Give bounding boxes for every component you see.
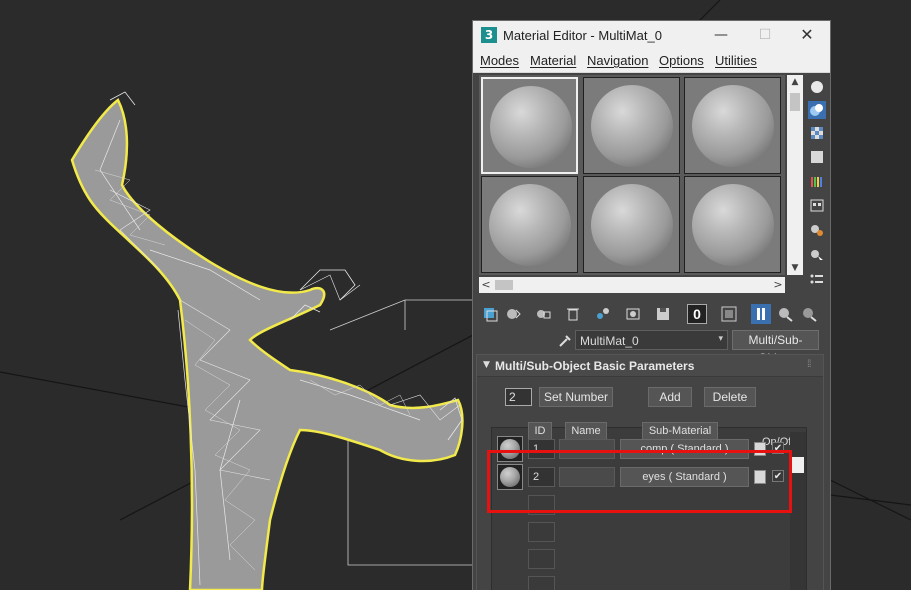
set-number-button[interactable]: Set Number: [539, 387, 613, 407]
material-id-list-icon[interactable]: [808, 270, 826, 288]
chevron-down-icon[interactable]: ▾: [718, 334, 723, 344]
scroll-down-icon[interactable]: ▼: [787, 261, 803, 275]
material-sphere: [490, 86, 572, 168]
partial-checkbox: [791, 457, 804, 473]
eyedropper-icon[interactable]: [557, 333, 573, 349]
select-by-material-icon[interactable]: [808, 246, 826, 264]
sample-slot[interactable]: [481, 77, 578, 174]
sample-uv-tiling-icon[interactable]: [808, 148, 826, 166]
go-forward-icon[interactable]: [799, 304, 819, 324]
material-sphere: [591, 85, 673, 167]
empty-slot: [528, 549, 555, 569]
menu-bar: Modes Material Navigation Options Utilit…: [473, 49, 830, 73]
slots-vertical-scrollbar[interactable]: ▲ ▼: [787, 75, 803, 275]
sample-slot[interactable]: [684, 176, 781, 273]
sample-type-sphere-icon[interactable]: [808, 78, 826, 96]
material-name-value: MultiMat_0: [580, 334, 639, 348]
background-checker-icon[interactable]: [808, 124, 826, 142]
rollout-title: Multi/Sub-Object Basic Parameters: [495, 359, 695, 373]
make-unique-icon[interactable]: [593, 304, 613, 324]
put-to-library-icon[interactable]: [623, 304, 643, 324]
maximize-button[interactable]: ☐: [753, 25, 777, 45]
delete-icon[interactable]: [563, 304, 583, 324]
assign-to-selection-icon[interactable]: [533, 304, 553, 324]
menu-options[interactable]: Options: [659, 53, 704, 68]
backlight-icon[interactable]: [808, 101, 826, 119]
list-scrollbar[interactable]: [790, 432, 806, 590]
add-button[interactable]: Add: [648, 387, 692, 407]
make-preview-icon[interactable]: [808, 197, 826, 215]
sample-slot[interactable]: [481, 176, 578, 273]
rollout-header[interactable]: ▼ Multi/Sub-Object Basic Parameters ⁞⁞: [477, 355, 823, 377]
show-end-result-icon[interactable]: [751, 304, 771, 324]
show-shaded-icon[interactable]: [719, 304, 739, 324]
put-to-scene-icon[interactable]: [503, 304, 523, 324]
get-material-icon[interactable]: [481, 304, 501, 324]
scroll-thumb[interactable]: [790, 93, 800, 111]
material-sphere: [591, 184, 673, 266]
material-id-channel-button[interactable]: 0: [687, 304, 707, 324]
slots-horizontal-scrollbar[interactable]: < >: [479, 277, 785, 293]
video-color-check-icon[interactable]: [808, 173, 826, 191]
menu-material[interactable]: Material: [530, 53, 576, 68]
menu-modes[interactable]: Modes: [480, 53, 519, 68]
sample-slot[interactable]: [583, 176, 680, 273]
scroll-right-icon[interactable]: >: [771, 277, 785, 293]
name-column-header[interactable]: Name: [565, 422, 607, 440]
material-sphere: [692, 85, 774, 167]
grip-icon: ⁞⁞: [807, 359, 811, 370]
sample-slot[interactable]: [583, 77, 680, 174]
scroll-left-icon[interactable]: <: [479, 277, 493, 293]
material-sphere: [489, 184, 571, 266]
go-to-parent-icon[interactable]: [775, 304, 795, 324]
sample-slot[interactable]: [684, 77, 781, 174]
options-icon[interactable]: [808, 221, 826, 239]
save-icon[interactable]: [653, 304, 673, 324]
material-name-field[interactable]: MultiMat_0 ▾: [575, 330, 728, 350]
material-type-button[interactable]: Multi/Sub-Object: [732, 330, 819, 365]
empty-slot: [528, 576, 555, 590]
menu-navigation[interactable]: Navigation: [587, 53, 648, 68]
close-button[interactable]: ✕: [795, 25, 819, 45]
id-column-header[interactable]: ID: [528, 422, 552, 440]
sample-slots: [479, 75, 785, 275]
highlight-box: [487, 450, 792, 513]
minimize-button[interactable]: —: [709, 25, 733, 45]
material-sphere: [692, 184, 774, 266]
app-icon: 3: [481, 27, 497, 43]
collapse-arrow-icon[interactable]: ▼: [483, 360, 490, 370]
window-title: Material Editor - MultiMat_0: [503, 28, 662, 43]
delete-button[interactable]: Delete: [704, 387, 756, 407]
scroll-up-icon[interactable]: ▲: [787, 75, 803, 89]
title-bar[interactable]: 3 Material Editor - MultiMat_0 — ☐ ✕: [473, 21, 830, 49]
menu-utilities[interactable]: Utilities: [715, 53, 757, 68]
sub-material-column-header[interactable]: Sub-Material: [642, 422, 718, 440]
number-of-materials-field[interactable]: 2: [505, 388, 532, 406]
scroll-thumb[interactable]: [495, 280, 513, 290]
empty-slot: [528, 522, 555, 542]
